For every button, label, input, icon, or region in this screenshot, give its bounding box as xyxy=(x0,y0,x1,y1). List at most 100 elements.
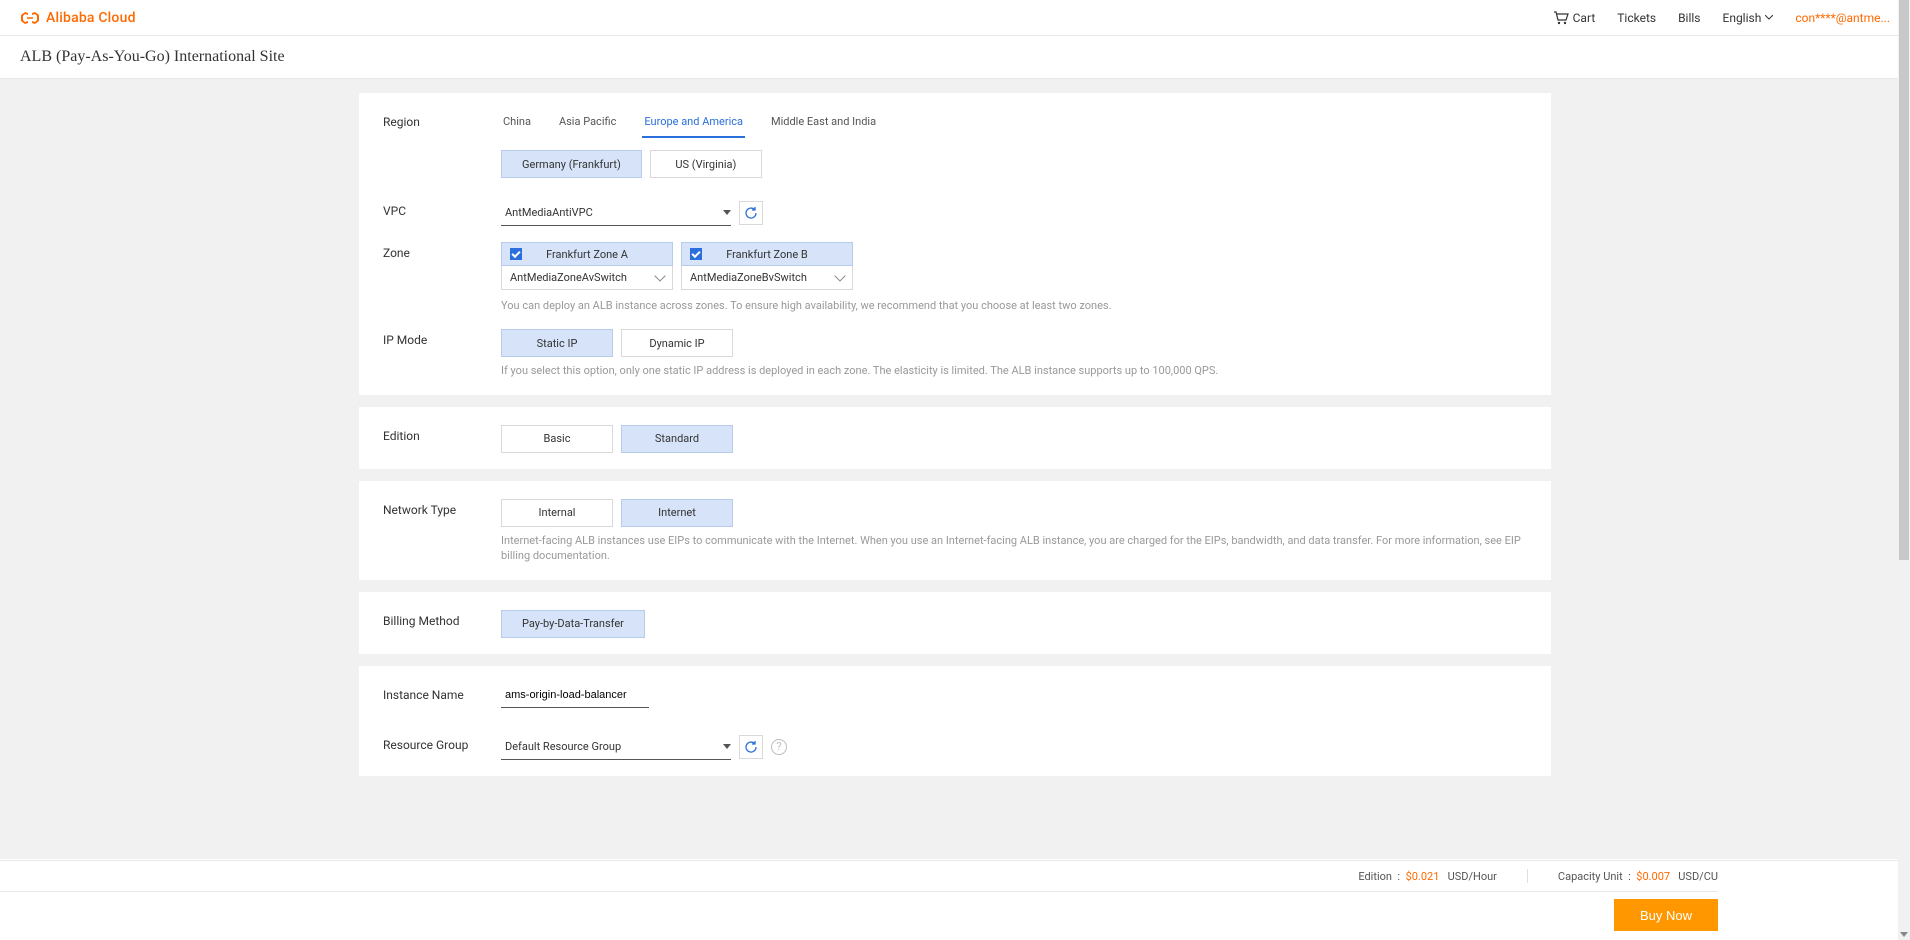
row-instance-name: Instance Name xyxy=(383,684,1527,708)
zone-head-b[interactable]: Frankfurt Zone B xyxy=(681,242,853,266)
billing-pay-by-data-transfer[interactable]: Pay-by-Data-Transfer xyxy=(501,610,645,638)
vpc-value: AntMediaAntiVPC xyxy=(505,206,593,219)
cart-icon xyxy=(1553,11,1569,25)
brand-logo-icon xyxy=(20,10,40,26)
footer-edition-unit: USD/Hour xyxy=(1448,870,1497,883)
tab-europe-america[interactable]: Europe and America xyxy=(642,111,745,138)
footer-edition-summary: Edition : $0.021 USD/Hour xyxy=(1358,870,1497,883)
zone-boxes: Frankfurt Zone A AntMediaZoneAvSwitch Fr… xyxy=(501,242,1527,290)
zone-a-name: Frankfurt Zone A xyxy=(546,248,628,261)
chevron-down-icon xyxy=(834,270,845,281)
zone-b-vswitch-value: AntMediaZoneBvSwitch xyxy=(690,271,807,284)
ip-mode-help: If you select this option, only one stat… xyxy=(501,363,1527,378)
scrollbar-thumb[interactable] xyxy=(1899,0,1909,560)
resource-group-select[interactable]: Default Resource Group xyxy=(501,734,731,760)
panel-billing: Billing Method Pay-by-Data-Transfer xyxy=(359,592,1551,654)
row-edition: Edition Basic Standard xyxy=(383,425,1527,453)
page-title: ALB (Pay-As-You-Go) International Site xyxy=(20,48,1890,66)
footer-capacity-price: $0.007 xyxy=(1636,870,1670,883)
tab-asia-pacific[interactable]: Asia Pacific xyxy=(557,111,618,138)
footer-capacity-summary: Capacity Unit : $0.007 USD/CU xyxy=(1558,870,1718,883)
chevron-down-icon xyxy=(723,210,731,215)
zone-a-vswitch-select[interactable]: AntMediaZoneAvSwitch xyxy=(501,266,673,290)
region-tabs: China Asia Pacific Europe and America Mi… xyxy=(501,111,1527,138)
edition-standard[interactable]: Standard xyxy=(621,425,733,453)
panel-edition: Edition Basic Standard xyxy=(359,407,1551,469)
zone-box-b: Frankfurt Zone B AntMediaZoneBvSwitch xyxy=(681,242,853,290)
zone-help: You can deploy an ALB instance across zo… xyxy=(501,298,1527,313)
checkbox-checked-icon xyxy=(510,248,522,260)
instance-name-label: Instance Name xyxy=(383,684,501,702)
edition-basic[interactable]: Basic xyxy=(501,425,613,453)
instance-name-input[interactable] xyxy=(501,684,649,708)
footer-edition-label: Edition xyxy=(1358,870,1392,883)
user-link[interactable]: con****@antme... xyxy=(1795,11,1890,25)
network-type-label: Network Type xyxy=(383,499,501,517)
resource-group-refresh-button[interactable] xyxy=(739,735,763,759)
language-selector[interactable]: English xyxy=(1723,11,1774,25)
panel-instance: Instance Name Resource Group Default Res… xyxy=(359,666,1551,776)
main-area: Region China Asia Pacific Europe and Ame… xyxy=(0,79,1910,859)
vpc-refresh-button[interactable] xyxy=(739,201,763,225)
top-right-nav: Cart Tickets Bills English con****@antme… xyxy=(1553,11,1890,25)
ip-mode-label: IP Mode xyxy=(383,329,501,347)
region-label: Region xyxy=(383,111,501,129)
refresh-icon xyxy=(744,206,758,220)
sub-header: ALB (Pay-As-You-Go) International Site xyxy=(0,36,1910,79)
edition-label: Edition xyxy=(383,425,501,443)
region-us-virginia[interactable]: US (Virginia) xyxy=(650,150,762,178)
ip-mode-dynamic[interactable]: Dynamic IP xyxy=(621,329,733,357)
row-zone: Zone Frankfurt Zone A AntMediaZoneAvSwit… xyxy=(383,242,1527,313)
network-type-internal[interactable]: Internal xyxy=(501,499,613,527)
footer-capacity-unit: USD/CU xyxy=(1678,870,1718,883)
resource-group-label: Resource Group xyxy=(383,734,501,752)
zone-a-vswitch-value: AntMediaZoneAvSwitch xyxy=(510,271,627,284)
resource-group-value: Default Resource Group xyxy=(505,740,621,753)
zone-box-a: Frankfurt Zone A AntMediaZoneAvSwitch xyxy=(501,242,673,290)
footer-bar: Edition : $0.021 USD/Hour Capacity Unit … xyxy=(0,860,1898,940)
help-icon[interactable]: ? xyxy=(771,739,787,755)
cart-label: Cart xyxy=(1573,11,1596,25)
vpc-select[interactable]: AntMediaAntiVPC xyxy=(501,200,731,226)
panel-network-type: Network Type Internal Internet Internet-… xyxy=(359,481,1551,580)
footer-summary: Edition : $0.021 USD/Hour Capacity Unit … xyxy=(0,861,1718,892)
tickets-link[interactable]: Tickets xyxy=(1617,11,1656,25)
row-network-type: Network Type Internal Internet Internet-… xyxy=(383,499,1527,564)
tab-middle-east-india[interactable]: Middle East and India xyxy=(769,111,878,138)
billing-label: Billing Method xyxy=(383,610,501,628)
checkbox-checked-icon xyxy=(690,248,702,260)
row-billing: Billing Method Pay-by-Data-Transfer xyxy=(383,610,1527,638)
brand-name: Alibaba Cloud xyxy=(46,10,136,26)
row-ip-mode: IP Mode Static IP Dynamic IP If you sele… xyxy=(383,329,1527,378)
panel-network: Region China Asia Pacific Europe and Ame… xyxy=(359,93,1551,395)
brand: Alibaba Cloud xyxy=(20,10,136,26)
cart-link[interactable]: Cart xyxy=(1553,11,1596,25)
ip-mode-static[interactable]: Static IP xyxy=(501,329,613,357)
top-header: Alibaba Cloud Cart Tickets Bills English… xyxy=(0,0,1910,36)
separator xyxy=(1527,869,1528,883)
region-options: Germany (Frankfurt) US (Virginia) xyxy=(501,150,1527,178)
tab-china[interactable]: China xyxy=(501,111,533,138)
refresh-icon xyxy=(744,740,758,754)
footer-capacity-label: Capacity Unit xyxy=(1558,870,1623,883)
row-vpc: VPC AntMediaAntiVPC xyxy=(383,200,1527,226)
chevron-down-icon xyxy=(654,270,665,281)
region-germany-frankfurt[interactable]: Germany (Frankfurt) xyxy=(501,150,642,178)
scrollbar[interactable] xyxy=(1898,0,1910,940)
bills-link[interactable]: Bills xyxy=(1678,11,1700,25)
language-label: English xyxy=(1723,11,1762,25)
footer-edition-price: $0.021 xyxy=(1406,870,1440,883)
buy-now-button[interactable]: Buy Now xyxy=(1614,899,1718,931)
zone-b-vswitch-select[interactable]: AntMediaZoneBvSwitch xyxy=(681,266,853,290)
row-resource-group: Resource Group Default Resource Group xyxy=(383,734,1527,760)
network-type-internet[interactable]: Internet xyxy=(621,499,733,527)
vpc-label: VPC xyxy=(383,200,501,218)
scroll-down-icon xyxy=(1900,932,1908,937)
chevron-down-icon xyxy=(723,744,731,749)
row-region: Region China Asia Pacific Europe and Ame… xyxy=(383,111,1527,178)
chevron-down-icon xyxy=(1765,15,1773,20)
zone-head-a[interactable]: Frankfurt Zone A xyxy=(501,242,673,266)
zone-b-name: Frankfurt Zone B xyxy=(726,248,808,261)
network-type-help: Internet-facing ALB instances use EIPs t… xyxy=(501,533,1527,564)
zone-label: Zone xyxy=(383,242,501,260)
